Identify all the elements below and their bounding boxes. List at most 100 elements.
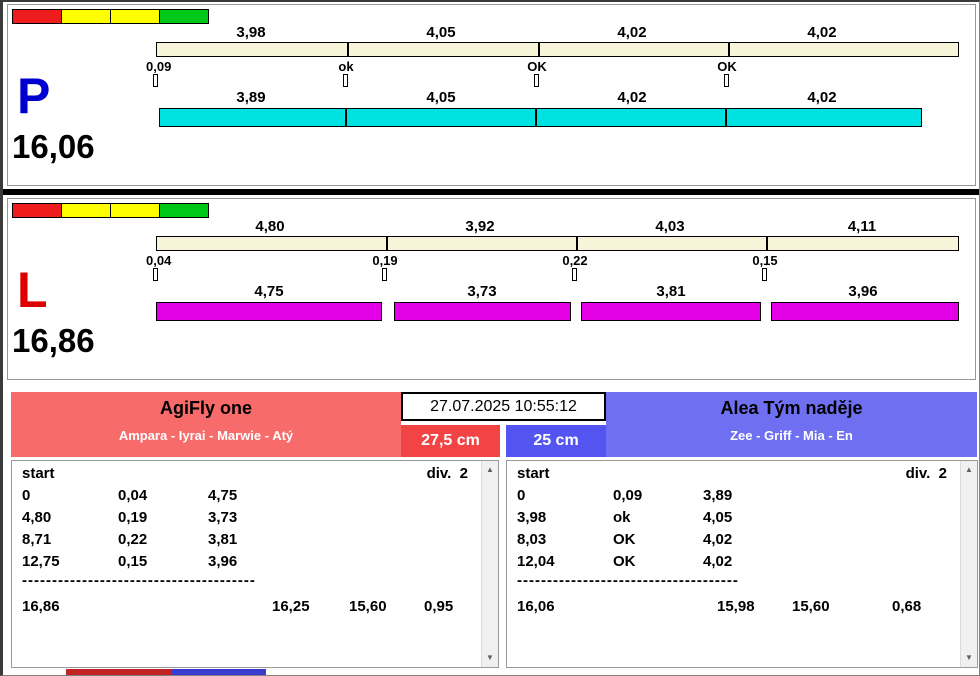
sum-run-times: 15,98 [717, 598, 755, 615]
team-left-header: AgiFly one Ampara - Iyrai - Marwie - Atý [11, 392, 401, 457]
team-right-members: Zee - Griff - Mia - En [730, 428, 853, 443]
team-right-header: Alea Tým naděje Zee - Griff - Mia - En [606, 392, 977, 457]
team-left-name: AgiFly one [159, 398, 252, 418]
split-time: 3,92 [465, 218, 495, 235]
run-time: 4,02 [617, 89, 647, 106]
scroll-up-icon[interactable]: ▲ [482, 462, 498, 478]
bar-divider [725, 109, 727, 126]
total-time: 16,06 [517, 598, 555, 615]
start-lights [12, 203, 209, 218]
cell-exchange: OK [613, 553, 636, 570]
team-left-members: Ampara - Iyrai - Marwie - Atý [118, 428, 294, 443]
exchange-label: ok [338, 59, 354, 74]
cell-start-time: 12,75 [22, 553, 60, 570]
cell-run-time: 4,05 [703, 509, 733, 526]
cell-start-time: 8,71 [22, 531, 52, 548]
cutoff-row-red [66, 669, 171, 675]
bar-divider [576, 237, 578, 250]
scroll-up-icon[interactable]: ▲ [961, 462, 977, 478]
run-time: 3,73 [467, 283, 497, 300]
cell-exchange: 0,22 [118, 531, 148, 548]
lane-l-panel: 4,80 3,92 4,03 4,11 0,04 0,19 0,22 0,15 … [7, 198, 976, 380]
exchange-tick [343, 74, 348, 87]
team-right-name: Alea Tým naděje [720, 398, 863, 418]
standard-time: 15,60 [792, 598, 830, 615]
light-red-icon [13, 204, 62, 217]
results-header-start: start [517, 465, 550, 482]
results-separator: --------------------------------------- [22, 572, 256, 589]
results-header-division: div. 2 [426, 465, 468, 482]
jump-height-right: 25 cm [506, 425, 606, 457]
light-red-icon [13, 10, 62, 23]
lane-letter-l: L [17, 262, 48, 318]
results-left-scrollbar[interactable]: ▲ ▼ [481, 461, 498, 667]
run-bar-segment [394, 302, 571, 321]
cell-run-time: 3,96 [208, 553, 238, 570]
cell-run-time: 3,81 [208, 531, 238, 548]
exchange-tick [762, 268, 767, 281]
start-lights [12, 9, 209, 24]
cell-start-time: 12,04 [517, 553, 555, 570]
scroll-down-icon[interactable]: ▼ [961, 650, 977, 666]
timing-window: 3,98 4,05 4,02 4,02 0,09 ok OK OK 3,89 4… [0, 0, 980, 676]
results-panel-left: start div. 2 0 0,04 4,75 4,80 0,19 3,73 … [11, 460, 499, 668]
cell-exchange: ok [613, 509, 631, 526]
bar-divider [347, 43, 349, 56]
light-green-icon [160, 10, 208, 23]
total-time: 16,86 [22, 598, 60, 615]
split-time: 4,05 [426, 24, 456, 41]
results-header-division: div. 2 [905, 465, 947, 482]
cell-exchange: OK [613, 531, 636, 548]
bar-divider [386, 237, 388, 250]
reference-bar [156, 236, 959, 251]
scroll-down-icon[interactable]: ▼ [482, 650, 498, 666]
run-time: 4,05 [426, 89, 456, 106]
light-yellow-icon [62, 204, 111, 217]
run-bar-segment [156, 302, 382, 321]
exchange-label: 0,19 [372, 253, 398, 268]
lane-p-panel: 3,98 4,05 4,02 4,02 0,09 ok OK OK 3,89 4… [7, 4, 976, 186]
results-right-scrollbar[interactable]: ▲ ▼ [960, 461, 977, 667]
lane-letter-p: P [17, 68, 51, 124]
run-time: 4,02 [807, 89, 837, 106]
exchange-label: 0,22 [562, 253, 588, 268]
cell-start-time: 8,03 [517, 531, 547, 548]
cell-start-time: 3,98 [517, 509, 547, 526]
reference-bar [156, 42, 959, 57]
cutoff-row-blue [171, 669, 266, 675]
light-yellow-icon [111, 10, 160, 23]
exchange-tick [153, 74, 158, 87]
bar-divider [538, 43, 540, 56]
exchange-tick [572, 268, 577, 281]
exchange-label: OK [717, 59, 737, 74]
exchange-label: 0,04 [146, 253, 172, 268]
cell-run-time: 3,73 [208, 509, 238, 526]
bar-divider [535, 109, 537, 126]
cell-exchange: 0,04 [118, 487, 148, 504]
jump-height-left: 27,5 cm [401, 425, 500, 457]
cell-start-time: 0 [517, 487, 526, 504]
light-green-icon [160, 204, 208, 217]
split-time: 4,02 [617, 24, 647, 41]
run-bar-segment [771, 302, 959, 321]
split-time: 3,98 [236, 24, 266, 41]
bar-divider [766, 237, 768, 250]
cell-run-time: 4,02 [703, 531, 733, 548]
run-time: 3,89 [236, 89, 266, 106]
exchange-tick [382, 268, 387, 281]
cell-exchange: 0,19 [118, 509, 148, 526]
cell-run-time: 3,89 [703, 487, 733, 504]
exchange-tick [534, 74, 539, 87]
exchange-label: 0,15 [752, 253, 778, 268]
cell-run-time: 4,02 [703, 553, 733, 570]
run-time: 3,96 [848, 283, 878, 300]
bar-divider [345, 109, 347, 126]
lane-total-p: 16,06 [12, 128, 95, 165]
lane-total-l: 16,86 [12, 322, 95, 359]
run-bar-cyan [159, 108, 922, 127]
exchange-tick [724, 74, 729, 87]
sum-run-times: 16,25 [272, 598, 310, 615]
cell-exchange: 0,15 [118, 553, 148, 570]
light-yellow-icon [62, 10, 111, 23]
bar-divider [728, 43, 730, 56]
